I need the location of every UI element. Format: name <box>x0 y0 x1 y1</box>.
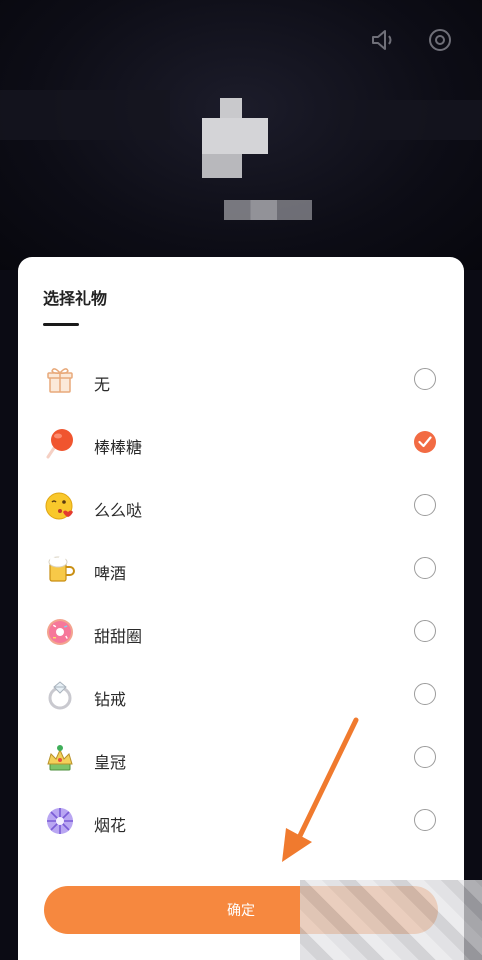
gift-label: 皇冠 <box>94 753 127 772</box>
lollipop-icon <box>44 427 76 459</box>
gift-option-beer[interactable]: 啤酒 <box>18 538 464 601</box>
fireworks-icon <box>44 805 76 837</box>
gift-option-none[interactable]: 无 <box>18 349 464 412</box>
diamond-ring-icon <box>44 679 76 711</box>
gift-label: 么么哒 <box>94 501 143 520</box>
title-underline <box>43 323 79 326</box>
gift-label: 无 <box>94 375 111 394</box>
crown-icon <box>44 742 76 774</box>
speaker-icon[interactable] <box>368 26 396 54</box>
background-blur <box>0 90 170 140</box>
gift-option-kiss[interactable]: 么么哒 <box>18 475 464 538</box>
radio-unchecked[interactable] <box>414 683 436 705</box>
radio-unchecked[interactable] <box>414 557 436 579</box>
checkmark-icon <box>418 436 432 448</box>
gift-option-lollipop[interactable]: 棒棒糖 <box>18 412 464 475</box>
gift-label: 钻戒 <box>94 690 127 709</box>
gift-option-donut[interactable]: 甜甜圈 <box>18 601 464 664</box>
radio-unchecked[interactable] <box>414 620 436 642</box>
radio-unchecked[interactable] <box>414 746 436 768</box>
donut-icon <box>44 616 76 648</box>
gift-label: 烟花 <box>94 816 127 835</box>
annotation-arrow-icon <box>282 717 359 862</box>
radio-unchecked[interactable] <box>414 368 436 390</box>
gift-list: 无 棒棒糖 么么哒 啤酒 甜甜圈 钻戒 皇冠 烟花 <box>18 349 464 853</box>
gift-option-crown[interactable]: 皇冠 <box>18 727 464 790</box>
sheet-title: 选择礼物 <box>43 289 108 308</box>
gift-option-fireworks[interactable]: 烟花 <box>18 790 464 853</box>
radio-checked[interactable] <box>414 431 436 453</box>
gift-box-icon <box>44 364 76 396</box>
gift-option-diamond-ring[interactable]: 钻戒 <box>18 664 464 727</box>
avatar <box>202 98 268 178</box>
gift-label: 棒棒糖 <box>94 438 143 457</box>
gift-selection-sheet: 选择礼物 无 棒棒糖 么么哒 啤酒 甜甜圈 钻戒 皇冠 烟花 确定 <box>18 257 464 960</box>
background-blur <box>340 100 482 140</box>
settings-icon[interactable] <box>426 26 454 54</box>
beer-icon <box>44 553 76 585</box>
gift-label: 啤酒 <box>94 564 127 583</box>
kiss-emoji-icon <box>44 490 76 522</box>
radio-unchecked[interactable] <box>414 809 436 831</box>
radio-unchecked[interactable] <box>414 494 436 516</box>
gift-label: 甜甜圈 <box>94 627 143 646</box>
username-blurred <box>224 200 312 220</box>
watermark-blur <box>300 880 482 960</box>
